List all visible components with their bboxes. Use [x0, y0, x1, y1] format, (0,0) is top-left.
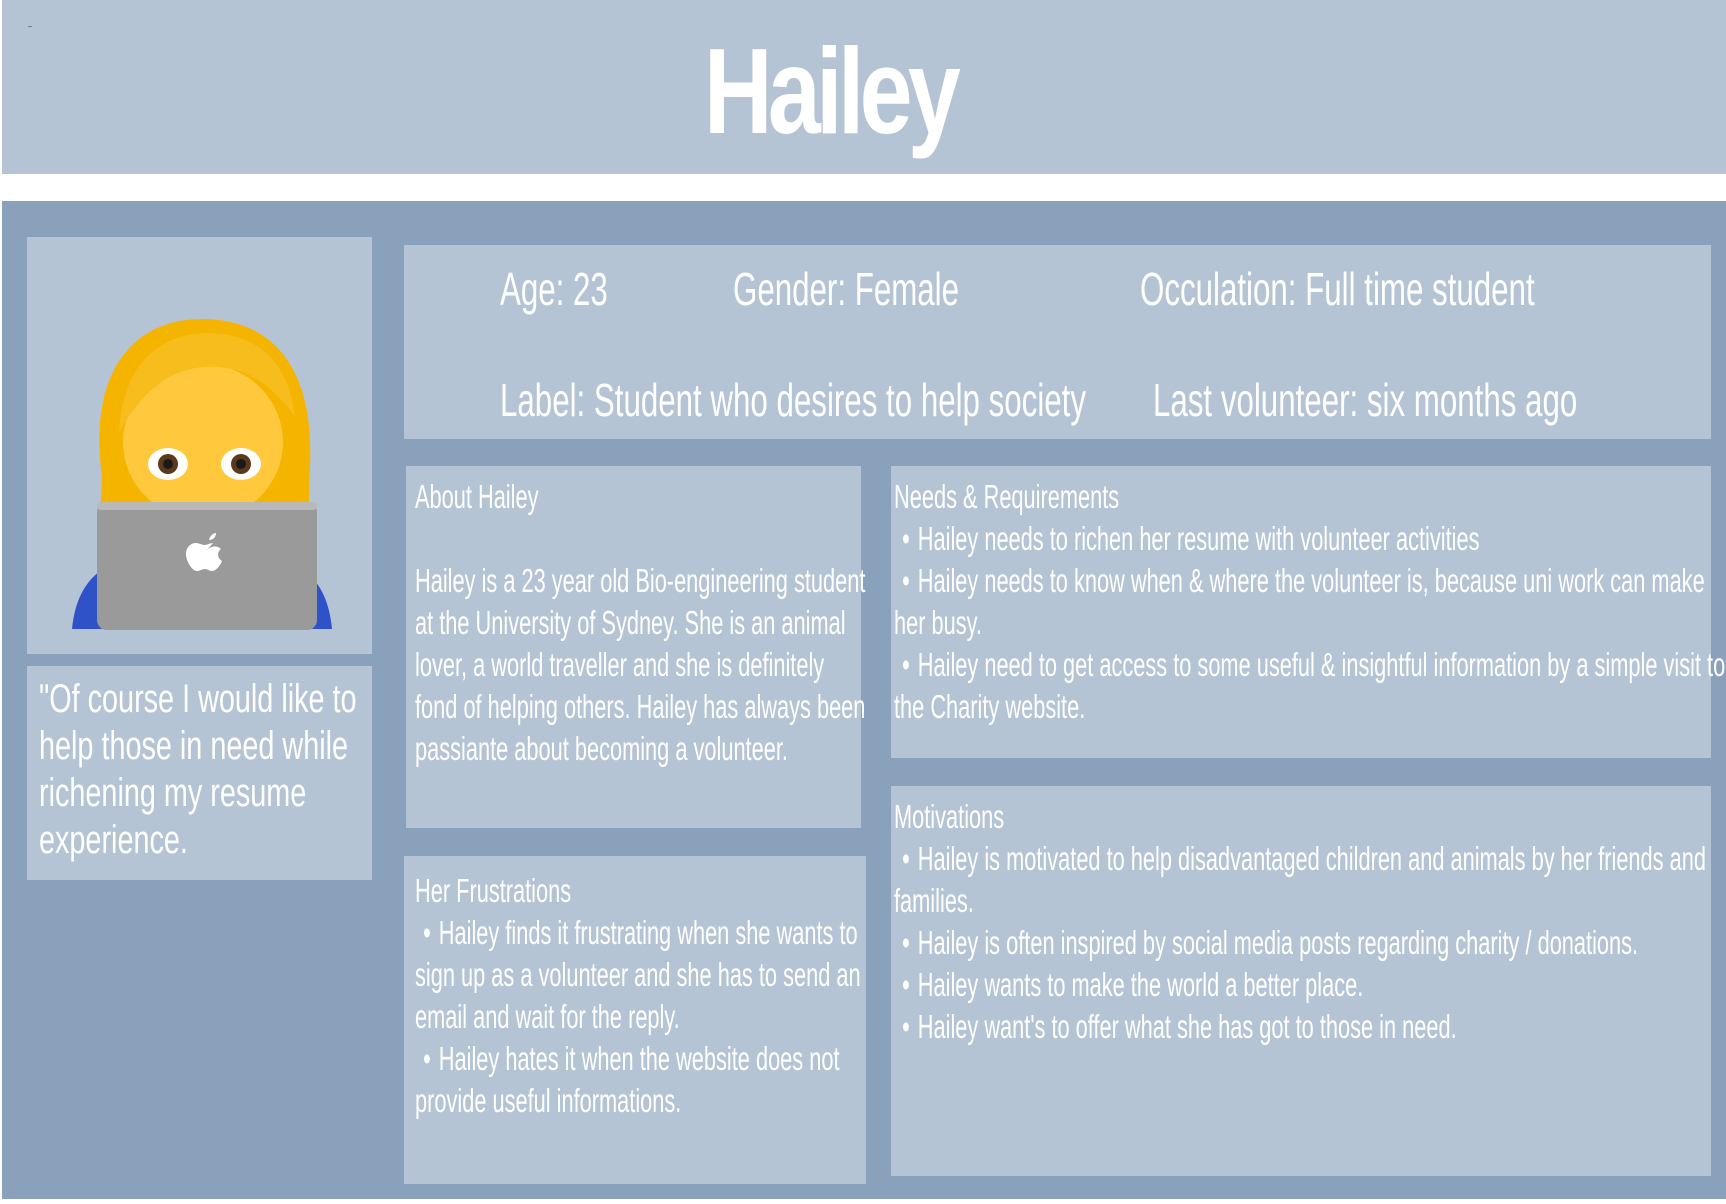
list-item: • Hailey needs to richen her resume with …: [902, 520, 1480, 557]
last-volunteer-stat: Last volunteer: six months ago: [1153, 374, 1578, 426]
occupation-stat: Occulation: Full time student: [1140, 263, 1535, 315]
persona-quote: "Of course I would like to help those in…: [39, 677, 357, 862]
persona-name: Hailey: [703, 23, 961, 159]
list-item: • Hailey want's to offer what she has got…: [902, 1008, 1457, 1045]
woman-technologist-icon: [72, 319, 332, 630]
list-item: • Hailey finds it frustrating when she wa…: [415, 914, 861, 1035]
list-item: • Hailey is often inspired by social medi…: [902, 924, 1639, 961]
frustrations-panel: Her Frustrations • Hailey finds it frustr…: [404, 856, 866, 1184]
label-stat: Label: Student who desires to help socie…: [500, 374, 1087, 426]
list-item: • Hailey is motivated to help disadvantag…: [894, 840, 1706, 919]
about-text: Hailey is a 23 year old Bio-engineering …: [415, 562, 866, 767]
about-heading: About Hailey: [415, 478, 539, 515]
corner-mark: [28, 26, 32, 27]
gender-stat: Gender: Female: [733, 263, 960, 315]
about-panel: About Hailey Hailey is a 23 year old Bio…: [406, 466, 865, 828]
needs-heading: Needs & Requirements: [894, 478, 1120, 515]
list-item: • Hailey needs to know when & where the v…: [894, 562, 1705, 641]
list-item: • Hailey wants to make the world a better…: [902, 966, 1364, 1003]
motivations-panel: Motivations • Hailey is motivated to help…: [891, 786, 1711, 1176]
stats-panel: Age: 23 Gender: Female Occulation: Full …: [404, 245, 1711, 439]
motivations-heading: Motivations: [894, 798, 1005, 835]
quote-panel: "Of course I would like to help those in…: [27, 666, 372, 880]
frustrations-heading: Her Frustrations: [415, 872, 572, 909]
needs-panel: Needs & Requirements • Hailey needs to ri…: [891, 466, 1725, 758]
list-item: • Hailey hates it when the website does n…: [415, 1040, 840, 1119]
avatar-panel: [27, 237, 372, 654]
age-stat: Age: 23: [500, 263, 608, 315]
list-item: • Hailey need to get access to some usefu…: [894, 646, 1726, 725]
